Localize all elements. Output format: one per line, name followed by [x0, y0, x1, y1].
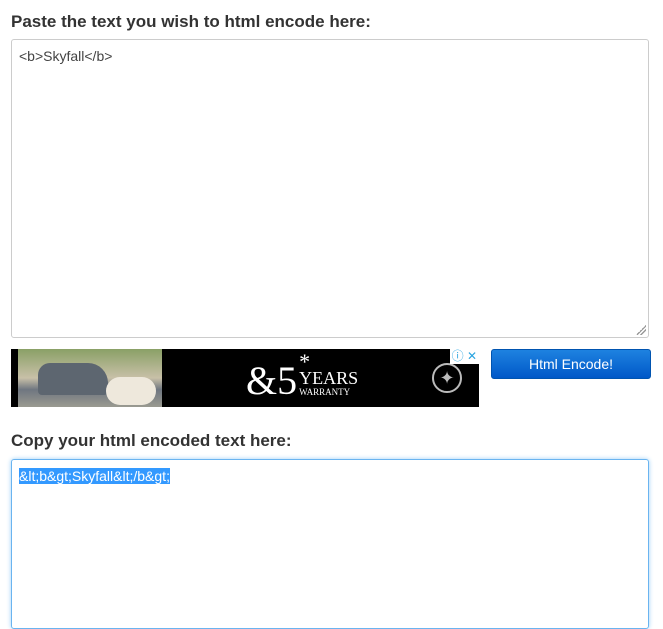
ad-big-text: &5	[246, 358, 298, 403]
dogs-image	[106, 377, 156, 405]
output-text: &lt;b&gt;Skyfall&lt;/b&gt;	[19, 468, 170, 484]
input-textarea[interactable]: <b>Skyfall</b>	[11, 39, 649, 338]
brand-logo-icon: ✦	[432, 363, 462, 393]
input-heading: Paste the text you wish to html encode h…	[11, 12, 371, 31]
ad-text: &5 * YEARS WARRANTY	[246, 349, 359, 403]
close-icon[interactable]: ✕	[467, 349, 477, 363]
ad-controls[interactable]: ⓘ ✕	[449, 349, 479, 364]
ad-years: YEARS	[299, 368, 359, 388]
advertisement-banner[interactable]: &5 * YEARS WARRANTY ✦ ⓘ ✕	[11, 349, 479, 407]
output-heading: Copy your html encoded text here:	[11, 431, 292, 450]
info-icon[interactable]: ⓘ	[452, 349, 464, 363]
ad-asterisk: *	[299, 349, 311, 374]
output-textarea[interactable]: &lt;b&gt;Skyfall&lt;/b&gt;	[11, 459, 649, 629]
input-text: <b>Skyfall</b>	[19, 48, 113, 64]
html-encode-button[interactable]: Html Encode!	[491, 349, 651, 379]
ad-photo	[18, 349, 162, 407]
ad-warranty: WARRANTY	[299, 387, 351, 397]
car-image	[38, 363, 108, 395]
resize-handle[interactable]	[636, 325, 646, 335]
